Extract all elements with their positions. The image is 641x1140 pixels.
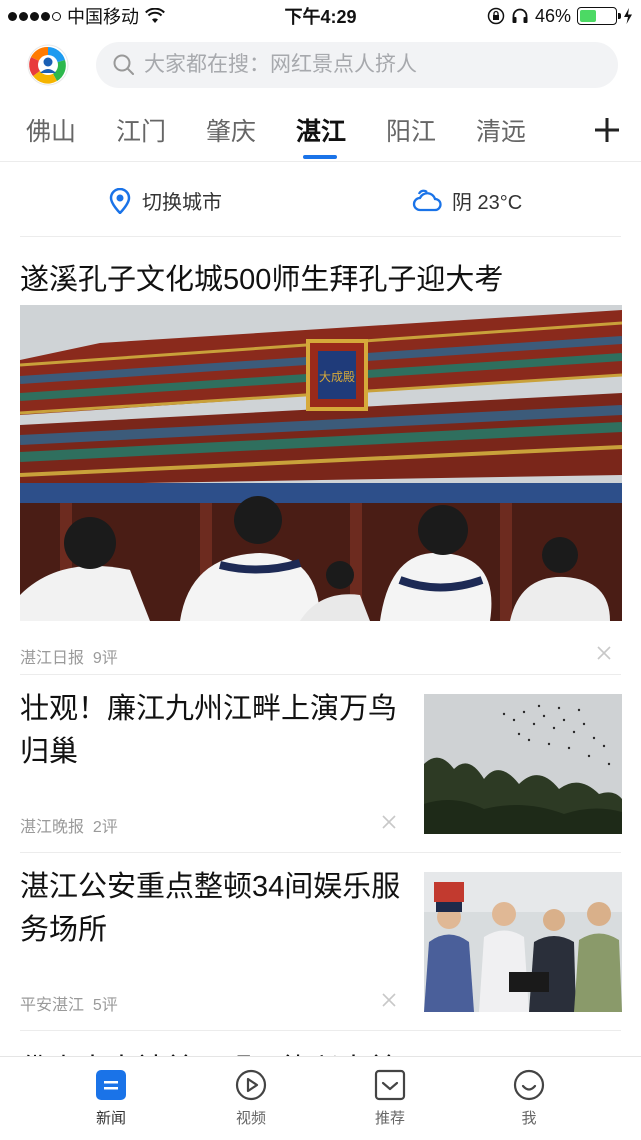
headphones-icon bbox=[512, 8, 528, 23]
city-tab-bar: 佛山 江门 肇庆 湛江 阳江 清远 bbox=[0, 100, 641, 162]
signal-strength-icon bbox=[8, 11, 61, 21]
article-title-line: 壮观！廉江九州江畔上演万鸟 bbox=[20, 693, 398, 725]
divider bbox=[20, 1030, 621, 1031]
active-tab-indicator bbox=[303, 155, 337, 159]
profile-icon bbox=[513, 1069, 545, 1101]
article-thumbnail[interactable] bbox=[424, 872, 622, 1012]
comment-count: 5评 bbox=[92, 997, 118, 1014]
cloud-icon bbox=[412, 189, 442, 211]
police-inspection-photo bbox=[424, 872, 622, 1012]
search-input[interactable] bbox=[144, 53, 584, 77]
charging-bolt-icon bbox=[624, 8, 632, 24]
tab-zhanjiang[interactable]: 湛江 bbox=[296, 112, 346, 148]
status-left: 中国移动 bbox=[8, 3, 165, 29]
nav-recommend[interactable]: 推荐 bbox=[350, 1069, 430, 1128]
switch-city-label: 切换城市 bbox=[142, 192, 222, 214]
article-source: 湛江日报 bbox=[20, 650, 85, 667]
nav-news[interactable]: 新闻 bbox=[71, 1069, 151, 1128]
tab-yangjiang[interactable]: 阳江 bbox=[386, 112, 436, 148]
article-title-line: 湛江公安重点整顿34间娱乐服 bbox=[20, 871, 401, 903]
tab-foshan[interactable]: 佛山 bbox=[26, 112, 76, 148]
search-icon bbox=[113, 54, 134, 75]
article-source: 湛江晚报 bbox=[20, 819, 85, 836]
article-title[interactable]: 湛江公安重点整顿34间娱乐服 务场所 bbox=[20, 866, 410, 952]
article-meta: 平安湛江 5评 bbox=[20, 991, 118, 1015]
rotation-lock-icon bbox=[487, 7, 505, 25]
app-logo-icon[interactable] bbox=[26, 43, 70, 87]
news-icon bbox=[96, 1070, 126, 1100]
bottom-nav: 新闻 视频 推荐 我 bbox=[0, 1056, 641, 1140]
tab-qingyuan[interactable]: 清远 bbox=[476, 112, 526, 148]
article-title-line: 务场所 bbox=[20, 914, 108, 946]
app-header bbox=[0, 34, 641, 96]
tab-zhaoqing[interactable]: 肇庆 bbox=[206, 112, 256, 148]
weather-text: 阴 23°C bbox=[452, 192, 523, 214]
divider bbox=[20, 674, 621, 675]
nav-label: 视频 bbox=[235, 1110, 266, 1127]
switch-city-button[interactable]: 切换城市 bbox=[108, 186, 222, 215]
status-right: 46% bbox=[487, 6, 633, 27]
article-meta: 湛江日报 9评 bbox=[20, 644, 118, 668]
video-icon bbox=[235, 1069, 267, 1101]
nav-label: 推荐 bbox=[374, 1110, 405, 1127]
article-title[interactable]: 遂溪孔子文化城500师生拜孔子迎大考 bbox=[20, 256, 503, 298]
dismiss-icon[interactable] bbox=[596, 645, 612, 661]
tab-jiangmen[interactable]: 江门 bbox=[116, 112, 166, 148]
recommend-icon bbox=[374, 1069, 406, 1101]
nav-profile[interactable]: 我 bbox=[489, 1069, 569, 1128]
status-bar: 中国移动 下午4:29 46% bbox=[0, 0, 641, 32]
temple-ceremony-photo: 大成殿 bbox=[20, 305, 622, 621]
carrier-name: 中国移动 bbox=[67, 7, 139, 27]
weather-widget[interactable]: 阴 23°C bbox=[412, 186, 522, 215]
nav-label: 新闻 bbox=[95, 1110, 126, 1127]
add-channel-icon[interactable] bbox=[593, 116, 621, 144]
location-pin-icon bbox=[109, 187, 131, 214]
divider bbox=[20, 852, 621, 853]
wifi-icon bbox=[145, 8, 165, 23]
nav-video[interactable]: 视频 bbox=[211, 1069, 291, 1128]
plaque-text: 大成殿 bbox=[319, 370, 355, 384]
article-title[interactable]: 壮观！廉江九州江畔上演万鸟 归巢 bbox=[20, 688, 410, 774]
nav-label: 我 bbox=[521, 1110, 537, 1127]
article-thumbnail[interactable] bbox=[424, 694, 622, 834]
comment-count: 2评 bbox=[92, 819, 118, 836]
article-hero-image[interactable]: 大成殿 bbox=[20, 305, 622, 621]
article-meta: 湛江晚报 2评 bbox=[20, 813, 118, 837]
dismiss-icon[interactable] bbox=[381, 814, 397, 830]
search-bar[interactable] bbox=[96, 42, 618, 88]
article-title-line: 归巢 bbox=[20, 736, 79, 768]
article-source: 平安湛江 bbox=[20, 997, 85, 1014]
comment-count: 9评 bbox=[92, 650, 118, 667]
battery-percent: 46% bbox=[534, 5, 571, 26]
dismiss-icon[interactable] bbox=[381, 992, 397, 1008]
city-weather-bar: 切换城市 阴 23°C bbox=[20, 165, 621, 237]
birds-over-trees-photo bbox=[424, 694, 622, 834]
battery-icon bbox=[577, 7, 621, 25]
